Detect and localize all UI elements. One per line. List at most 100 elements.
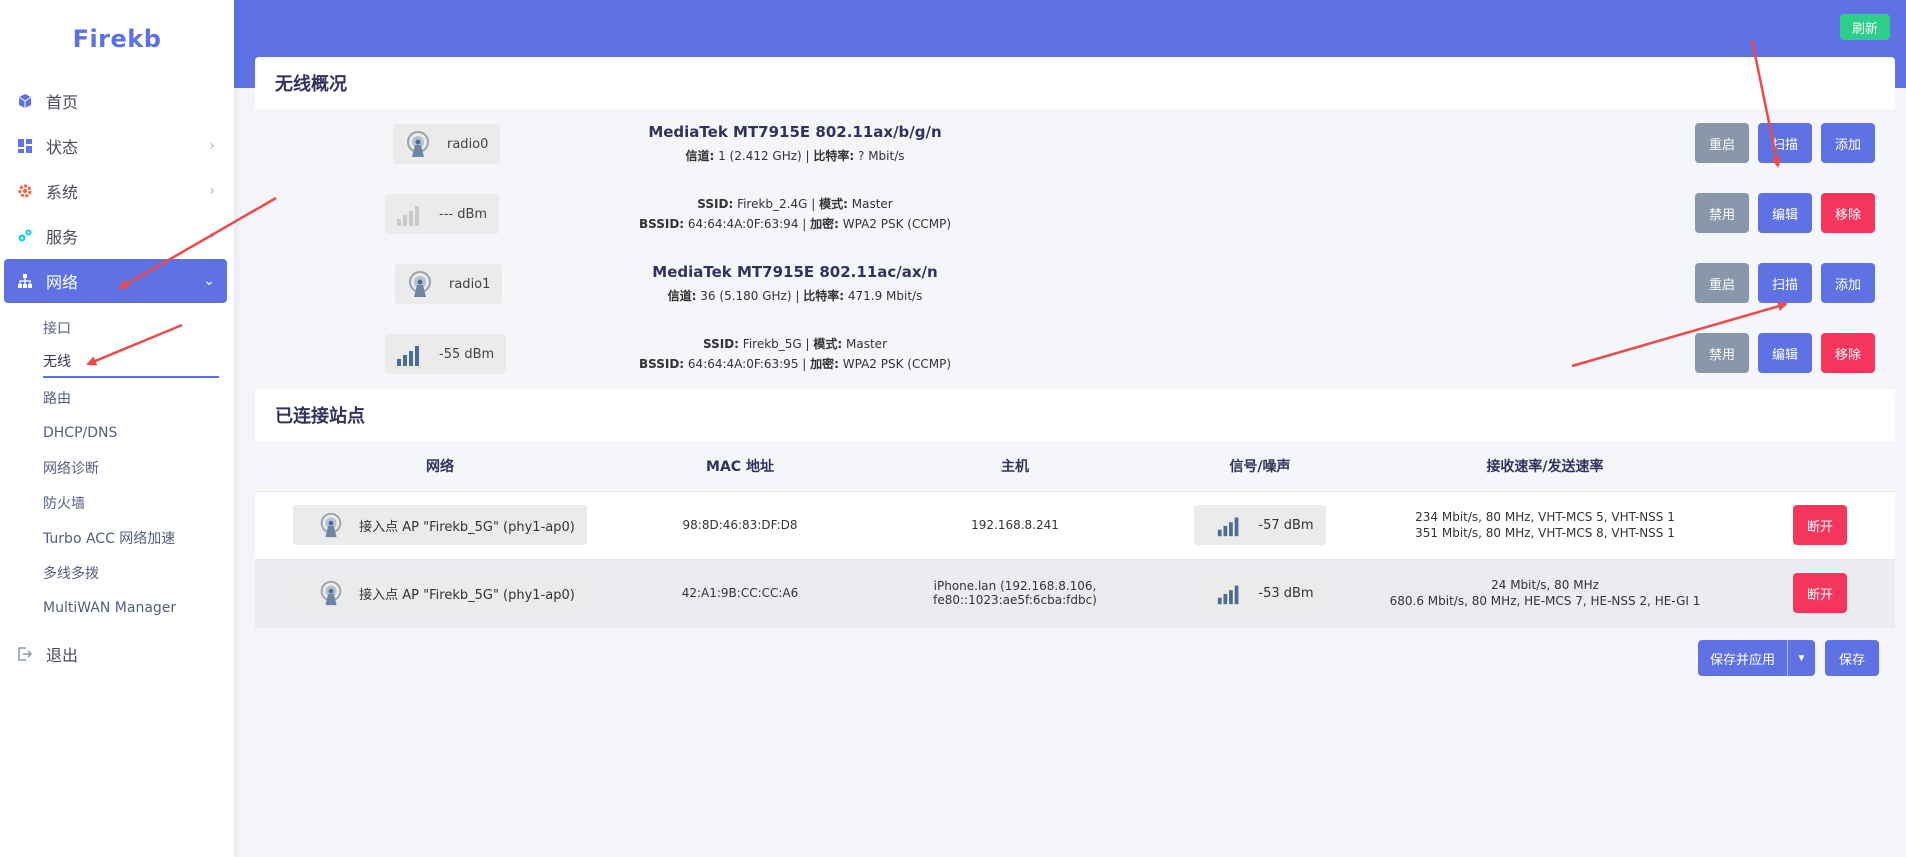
disconnect-button[interactable]: 断开 — [1793, 505, 1847, 545]
wifi-antenna-icon — [407, 131, 429, 157]
wifi-antenna-icon — [320, 580, 342, 606]
main-panel: 无线概况 radio0 MediaTek MT7915E 802.11ax/b/… — [255, 57, 1895, 628]
sidebar-item-label: 退出 — [46, 646, 79, 665]
edit-button[interactable]: 编辑 — [1758, 193, 1812, 233]
station-rx-rate: 234 Mbit/s, 80 MHz, VHT-MCS 5, VHT-NSS 1 — [1415, 510, 1675, 524]
save-button[interactable]: 保存 — [1824, 640, 1879, 676]
submenu-item-routes[interactable]: 路由 — [43, 380, 234, 415]
radio-info: MediaTek MT7915E 802.11ac/ax/n 信道: 36 (5… — [515, 263, 1075, 306]
disable-button[interactable]: 禁用 — [1695, 193, 1749, 233]
save-apply-split-button: 保存并应用 ▼ — [1697, 640, 1815, 676]
edit-button[interactable]: 编辑 — [1758, 333, 1812, 373]
chevron-right-icon: › — [209, 138, 215, 154]
submenu-item-firewall[interactable]: 防火墙 — [43, 485, 234, 520]
submenu-item-wireless[interactable]: 无线 — [43, 345, 219, 378]
network-info: SSID: Firekb_2.4G | 模式: Master BSSID: 64… — [638, 197, 952, 231]
scan-button[interactable]: 扫描 — [1758, 123, 1812, 163]
wifi-antenna-icon — [409, 271, 431, 297]
sidebar-item-label: 首页 — [46, 93, 79, 112]
stations-title: 已连接站点 — [255, 389, 1895, 441]
station-tx-rate: 680.6 Mbit/s, 80 MHz, HE-MCS 7, HE-NSS 2… — [1389, 594, 1701, 608]
chevron-right-icon: › — [209, 228, 215, 244]
caret-down-icon[interactable]: ▼ — [1786, 640, 1815, 676]
sidebar-item-services[interactable]: 服务 › — [4, 214, 227, 258]
submenu-item-multiwan-manager[interactable]: MultiWAN Manager — [43, 590, 234, 625]
sidebar-item-label: 状态 — [46, 138, 79, 157]
table-row: 接入点 AP "Firekb_5G" (phy1-ap0) 98:8D:46:8… — [255, 491, 1895, 560]
wifi-antenna-icon — [320, 512, 342, 538]
sidebar-item-logout[interactable]: 退出 — [4, 632, 227, 676]
submenu-item-diagnostics[interactable]: 网络诊断 — [43, 450, 234, 485]
radio-chipset: MediaTek MT7915E 802.11ac/ax/n — [652, 262, 938, 281]
wireless-overview-title: 无线概况 — [275, 74, 347, 95]
column-header: 接收速率/发送速率 — [1345, 441, 1745, 492]
column-header: 信号/噪声 — [1175, 441, 1345, 492]
station-signal-badge: -57 dBm — [1194, 505, 1326, 545]
sidebar-item-status[interactable]: 状态 › — [4, 124, 227, 168]
radio-actions: 重启 扫描 添加 — [1695, 263, 1875, 303]
stations-table: 网络 MAC 地址 主机 信号/噪声 接收速率/发送速率 接入点 AP "Fir… — [255, 441, 1895, 628]
sidebar-item-label: 服务 — [46, 228, 79, 247]
station-network-badge: 接入点 AP "Firekb_5G" (phy1-ap0) — [293, 505, 587, 545]
restart-button[interactable]: 重启 — [1695, 263, 1749, 303]
signal-bars-icon — [397, 346, 419, 366]
submenu-item-interfaces[interactable]: 接口 — [43, 310, 234, 345]
gear-icon — [16, 182, 34, 200]
submenu-item-multiwan-dial[interactable]: 多线多拨 — [43, 555, 234, 590]
restart-button[interactable]: 重启 — [1695, 123, 1749, 163]
radio-info: MediaTek MT7915E 802.11ax/b/g/n 信道: 1 (2… — [515, 123, 1075, 166]
network-row-0: --- dBm SSID: Firekb_2.4G | 模式: Master B… — [255, 179, 1895, 249]
network-actions: 禁用 编辑 移除 — [1695, 193, 1875, 233]
station-mac: 98:8D:46:83:DF:D8 — [625, 491, 855, 560]
sidebar: Firekb 首页 状态 › 系统 › 服务 › 网络 ⌄ 接口 无线 路由 D… — [0, 0, 234, 857]
network-actions: 禁用 编辑 移除 — [1695, 333, 1875, 373]
station-tx-rate: 351 Mbit/s, 80 MHz, VHT-MCS 8, VHT-NSS 1 — [1415, 526, 1675, 540]
radio-channel-rate: 信道: 36 (5.180 GHz) | 比特率: 471.9 Mbit/s — [667, 288, 923, 303]
add-button[interactable]: 添加 — [1821, 123, 1875, 163]
submenu-item-dhcp-dns[interactable]: DHCP/DNS — [43, 415, 234, 450]
signal-bars-icon — [1218, 585, 1239, 605]
cogs-icon — [16, 227, 34, 245]
radio-chipset: MediaTek MT7915E 802.11ax/b/g/n — [648, 122, 942, 141]
station-host: iPhone.lan (192.168.8.106, fe80::1023:ae… — [855, 559, 1175, 628]
signal-value: --- dBm — [439, 206, 488, 222]
station-host: 192.168.8.241 — [855, 491, 1175, 560]
network-row-1: -55 dBm SSID: Firekb_5G | 模式: Master BSS… — [255, 319, 1895, 389]
radio-row-0: radio0 MediaTek MT7915E 802.11ax/b/g/n 信… — [255, 109, 1895, 179]
radio-name: radio1 — [449, 276, 491, 292]
radio-channel-rate: 信道: 1 (2.412 GHz) | 比特率: ? Mbit/s — [685, 148, 905, 163]
signal-bars-icon — [1218, 517, 1239, 537]
sidebar-item-label: 系统 — [46, 183, 79, 202]
column-header: 主机 — [855, 441, 1175, 492]
station-mac: 42:A1:9B:CC:CC:A6 — [625, 559, 855, 628]
remove-button[interactable]: 移除 — [1821, 193, 1875, 233]
column-header: 网络 — [255, 441, 625, 492]
submenu-item-turbo-acc[interactable]: Turbo ACC 网络加速 — [43, 520, 234, 555]
station-rx-rate: 24 Mbit/s, 80 MHz — [1491, 578, 1599, 592]
chevron-right-icon: › — [209, 183, 215, 199]
signal-badge: -55 dBm — [385, 334, 507, 374]
table-header-row: 网络 MAC 地址 主机 信号/噪声 接收速率/发送速率 — [255, 441, 1895, 492]
radio-name: radio0 — [447, 136, 489, 152]
scan-button[interactable]: 扫描 — [1758, 263, 1812, 303]
radio-badge: radio1 — [395, 264, 503, 304]
column-header: MAC 地址 — [625, 441, 855, 492]
signal-badge: --- dBm — [385, 194, 500, 234]
station-network-badge: 接入点 AP "Firekb_5G" (phy1-ap0) — [293, 573, 587, 613]
refresh-button[interactable]: 刷新 — [1839, 14, 1890, 40]
save-apply-button[interactable]: 保存并应用 — [1697, 640, 1787, 676]
remove-button[interactable]: 移除 — [1821, 333, 1875, 373]
network-info: SSID: Firekb_5G | 模式: Master BSSID: 64:6… — [638, 337, 952, 371]
disable-button[interactable]: 禁用 — [1695, 333, 1749, 373]
sidebar-item-network[interactable]: 网络 ⌄ — [4, 259, 227, 303]
brand-logo: Firekb — [72, 25, 162, 53]
disconnect-button[interactable]: 断开 — [1793, 573, 1847, 613]
network-submenu: 接口 无线 路由 DHCP/DNS 网络诊断 防火墙 Turbo ACC 网络加… — [0, 304, 234, 631]
station-signal-badge: -53 dBm — [1194, 573, 1326, 613]
cube-icon — [16, 92, 34, 110]
radio-badge: radio0 — [393, 124, 501, 164]
sidebar-item-system[interactable]: 系统 › — [4, 169, 227, 213]
sidebar-item-home[interactable]: 首页 — [4, 79, 227, 123]
add-button[interactable]: 添加 — [1821, 263, 1875, 303]
sitemap-icon — [16, 272, 34, 290]
